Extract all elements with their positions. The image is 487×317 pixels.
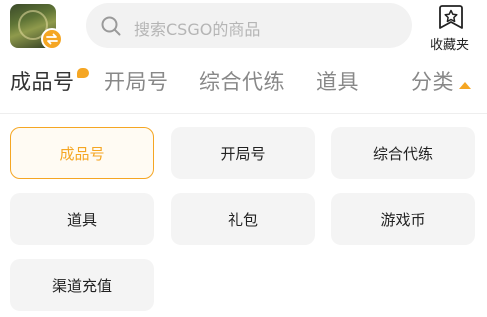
category-chip-libao[interactable]: 礼包 — [171, 193, 315, 245]
tab-zonghedailian[interactable]: 综合代练 — [199, 66, 285, 96]
search-placeholder: 搜索CSGO的商品 — [134, 20, 261, 39]
category-chip-label: 道具 — [66, 210, 97, 229]
tab-daoju[interactable]: 道具 — [316, 66, 359, 96]
category-chip-chengpinhao[interactable]: 成品号 — [10, 127, 154, 179]
category-chip-label: 游戏币 — [380, 210, 426, 229]
category-chip-youxibi[interactable]: 游戏币 — [331, 193, 475, 245]
search-icon — [101, 16, 121, 36]
category-chip-kaijuhao[interactable]: 开局号 — [171, 127, 315, 179]
search-input[interactable]: 搜索CSGO的商品 — [86, 3, 412, 48]
favorites-label: 收藏夹 — [430, 38, 470, 53]
category-toggle[interactable]: 分类 — [411, 66, 471, 96]
star-icon — [439, 5, 463, 29]
category-chip-label: 礼包 — [227, 210, 258, 229]
favorites-button[interactable]: 收藏夹 — [428, 4, 476, 53]
category-toggle-label: 分类 — [411, 70, 454, 94]
category-chip-label: 综合代练 — [372, 144, 433, 163]
category-chip-label: 开局号 — [220, 144, 266, 163]
caret-up-icon — [459, 82, 471, 89]
tab-kaijuhao[interactable]: 开局号 — [104, 66, 169, 96]
swap-game-button[interactable] — [41, 28, 63, 50]
category-chip-label: 渠道充值 — [51, 276, 112, 295]
tab-label: 综合代练 — [199, 70, 285, 94]
category-chip-zonghedailian[interactable]: 综合代练 — [331, 127, 475, 179]
swap-icon — [46, 33, 58, 45]
category-chip-qudaochongzhi[interactable]: 渠道充值 — [10, 259, 154, 311]
divider — [0, 113, 487, 114]
tab-label: 成品号 — [10, 70, 75, 94]
header: 搜索CSGO的商品 收藏夹 — [0, 0, 487, 56]
new-dot-badge — [77, 68, 89, 78]
tab-chengpinhao[interactable]: 成品号 — [10, 66, 89, 96]
category-chip-daoju[interactable]: 道具 — [10, 193, 154, 245]
tab-bar: 成品号 开局号 综合代练 道具 分类 — [0, 66, 487, 106]
tab-label: 道具 — [316, 70, 359, 94]
category-chip-label: 成品号 — [59, 144, 105, 163]
tab-label: 开局号 — [104, 70, 169, 94]
